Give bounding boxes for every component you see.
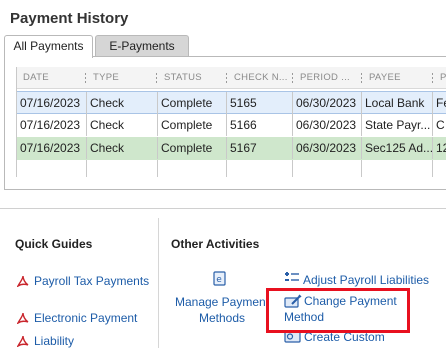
- page-title: Payment History: [10, 10, 129, 27]
- tab-all-payments[interactable]: All Payments: [4, 35, 93, 58]
- table-row[interactable]: 07/16/2023 Check Complete 5166 06/30/202…: [17, 114, 446, 137]
- adjust-liabilities-icon: [285, 272, 299, 281]
- pdf-icon: [17, 312, 29, 324]
- cell-payee: Sec125 Ad...: [362, 137, 433, 159]
- cell-check: 5166: [227, 114, 293, 136]
- section-divider: [0, 208, 446, 209]
- cell-period: 06/30/2023: [293, 114, 362, 136]
- cell-status: Complete: [158, 114, 227, 136]
- table-row[interactable]: 07/16/2023 Check Complete 5167 06/30/202…: [17, 137, 446, 160]
- cell-period: 06/30/2023: [293, 92, 362, 114]
- cell-type: Check: [87, 114, 158, 136]
- cell-extra: 12: [436, 141, 446, 155]
- column-divider: [158, 218, 159, 348]
- col-extra-header[interactable]: P: [434, 67, 446, 89]
- cell-check: 5167: [227, 137, 293, 159]
- manage-payment-methods-link[interactable]: Manage Payment Methods: [170, 294, 274, 326]
- col-date-header[interactable]: DATE: [17, 67, 85, 89]
- guide-payroll-tax-payments[interactable]: Payroll Tax Payments: [15, 273, 155, 289]
- cell-payee: State Payr...: [362, 114, 433, 136]
- tab-e-payments[interactable]: E-Payments: [95, 35, 189, 57]
- tab-bar: All Payments E-Payments: [4, 35, 446, 58]
- cell-empty: [362, 160, 433, 177]
- cell-extra: C: [436, 118, 445, 132]
- cell-type: Check: [87, 137, 158, 159]
- guide-electronic-payment[interactable]: Electronic Payment: [34, 310, 137, 326]
- cell-empty: [158, 160, 227, 177]
- cell-type: Check: [87, 92, 158, 114]
- cell-period: 06/30/2023: [293, 137, 362, 159]
- guide-liability[interactable]: Liability: [34, 333, 74, 348]
- cell-date: 07/16/2023: [17, 114, 87, 136]
- highlight-box: [266, 288, 410, 333]
- col-period-header[interactable]: PERIOD ...: [294, 67, 362, 89]
- adjust-payroll-liabilities-link[interactable]: Adjust Payroll Liabilities: [303, 272, 429, 288]
- cell-extra: Fe: [436, 96, 446, 110]
- cell-empty: [293, 160, 362, 177]
- col-check-header[interactable]: CHECK N...: [228, 67, 294, 89]
- cell-empty: [17, 160, 87, 177]
- cell-date: 07/16/2023: [17, 92, 87, 114]
- cell-date: 07/16/2023: [17, 137, 87, 159]
- cell-payee: Local Bank: [362, 92, 433, 114]
- payment-method-icon: e: [213, 271, 226, 286]
- cell-status: Complete: [158, 137, 227, 159]
- col-payee-header[interactable]: PAYEE: [363, 67, 431, 89]
- col-status-header[interactable]: STATUS: [158, 67, 226, 89]
- cell-status: Complete: [158, 92, 227, 114]
- other-activities-title: Other Activities: [171, 237, 260, 251]
- cell-empty: [87, 160, 158, 177]
- cell-empty: [227, 160, 293, 177]
- quick-guides-title: Quick Guides: [15, 237, 93, 251]
- svg-text:e: e: [216, 275, 222, 285]
- table-row-empty: [17, 160, 446, 177]
- pdf-icon: [17, 335, 29, 347]
- table-row[interactable]: 07/16/2023 Check Complete 5165 06/30/202…: [17, 91, 446, 114]
- cell-check: 5165: [227, 92, 293, 114]
- col-type-header[interactable]: TYPE: [87, 67, 155, 89]
- grid-header: DATE TYPE STATUS CHECK N... PERIOD ... P…: [17, 67, 446, 89]
- payments-grid: DATE TYPE STATUS CHECK N... PERIOD ... P…: [16, 67, 446, 177]
